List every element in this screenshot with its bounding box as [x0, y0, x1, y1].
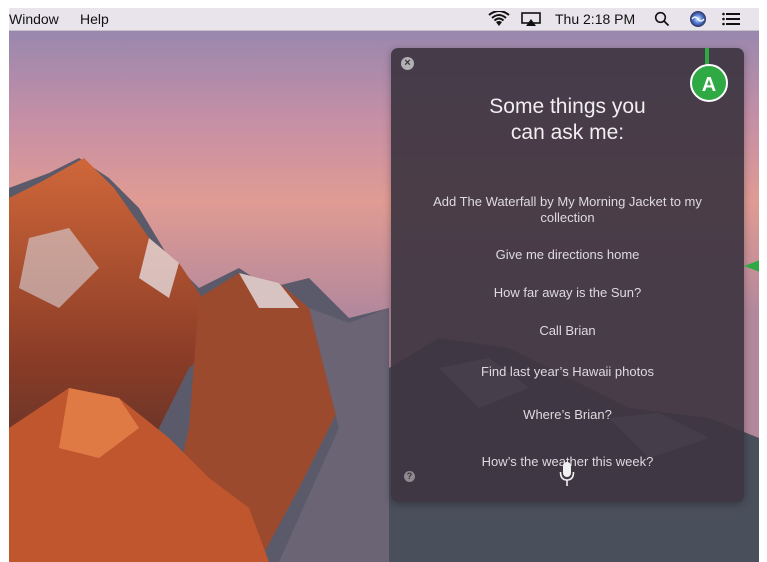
menu-bar: Window Help Thu 2:18 PM: [9, 8, 759, 31]
menu-window[interactable]: Window: [9, 10, 59, 28]
suggestion-item[interactable]: Add The Waterfall by My Morning Jacket t…: [421, 194, 714, 226]
search-icon[interactable]: [654, 11, 670, 27]
siri-title: Some things you can ask me:: [391, 94, 744, 146]
wifi-icon[interactable]: [488, 11, 510, 27]
suggestion-item[interactable]: Call Brian: [421, 323, 714, 339]
siri-icon[interactable]: [689, 10, 707, 28]
suggestion-item[interactable]: How far away is the Sun?: [421, 285, 714, 301]
pointer-arrow-icon: [744, 254, 759, 278]
menu-help[interactable]: Help: [80, 10, 109, 28]
list-icon[interactable]: [722, 12, 740, 26]
desktop: Window Help Thu 2:18 PM × Some things yo…: [9, 8, 759, 562]
siri-panel: × Some things you can ask me: Add The Wa…: [391, 48, 744, 502]
airplay-icon[interactable]: [521, 12, 541, 27]
suggestion-item[interactable]: Find last year’s Hawaii photos: [421, 364, 714, 380]
callout-badge: A: [690, 64, 728, 102]
siri-title-line2: can ask me:: [510, 121, 625, 144]
close-icon[interactable]: ×: [401, 57, 414, 70]
help-icon[interactable]: ?: [404, 471, 415, 482]
menubar-clock[interactable]: Thu 2:18 PM: [555, 10, 635, 28]
microphone-icon[interactable]: [559, 461, 575, 487]
suggestion-item[interactable]: Where’s Brian?: [421, 407, 714, 423]
siri-title-line1: Some things you: [489, 95, 646, 118]
suggestion-item[interactable]: Give me directions home: [421, 247, 714, 263]
